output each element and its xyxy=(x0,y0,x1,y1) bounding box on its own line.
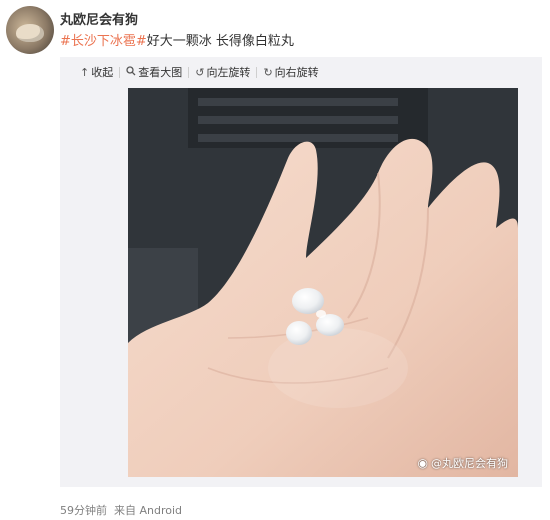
arrow-up-icon: ↑ xyxy=(80,65,90,79)
rotate-left-icon: ↺ xyxy=(195,65,205,79)
rotate-right-button[interactable]: ↻ 向右旋转 xyxy=(257,64,324,80)
image-toolbar: ↑ 收起 查看大图 ↺ 向左旋转 ↻ 向右旋转 xyxy=(74,63,325,81)
hashtag-link[interactable]: #长沙下冰雹# xyxy=(60,34,147,49)
rotate-left-label: 向左旋转 xyxy=(206,66,251,79)
post-body-text: 好大一颗冰 长得像白粒丸 xyxy=(146,34,294,49)
rotate-right-label: 向右旋转 xyxy=(274,66,319,79)
avatar-dog-image xyxy=(16,24,44,42)
post-photo[interactable]: ◉ @丸欧尼会有狗 xyxy=(128,88,518,477)
media-viewer: ↑ 收起 查看大图 ↺ 向左旋转 ↻ 向右旋转 ◉ @丸欧尼会有狗 xyxy=(60,57,542,487)
view-large-button[interactable]: 查看大图 xyxy=(120,64,188,80)
rotate-left-button[interactable]: ↺ 向左旋转 xyxy=(189,64,256,80)
search-icon xyxy=(126,65,136,79)
rotate-right-icon: ↻ xyxy=(263,65,273,79)
collapse-label: 收起 xyxy=(91,66,114,79)
watermark-text: @丸欧尼会有狗 xyxy=(431,457,508,470)
view-large-label: 查看大图 xyxy=(138,66,183,79)
hand-hailstones-image xyxy=(128,88,518,477)
username-link[interactable]: 丸欧尼会有狗 xyxy=(60,9,138,28)
photo-watermark: ◉ @丸欧尼会有狗 xyxy=(418,455,508,471)
user-avatar[interactable] xyxy=(6,6,54,54)
weibo-logo-icon: ◉ xyxy=(417,456,428,470)
post-meta: 59分钟前 来自 Android xyxy=(60,502,182,518)
post-text: #长沙下冰雹#好大一颗冰 长得像白粒丸 xyxy=(60,30,294,49)
collapse-button[interactable]: ↑ 收起 xyxy=(74,64,119,80)
post-source[interactable]: 来自 Android xyxy=(114,504,182,517)
post-time[interactable]: 59分钟前 xyxy=(60,504,107,517)
